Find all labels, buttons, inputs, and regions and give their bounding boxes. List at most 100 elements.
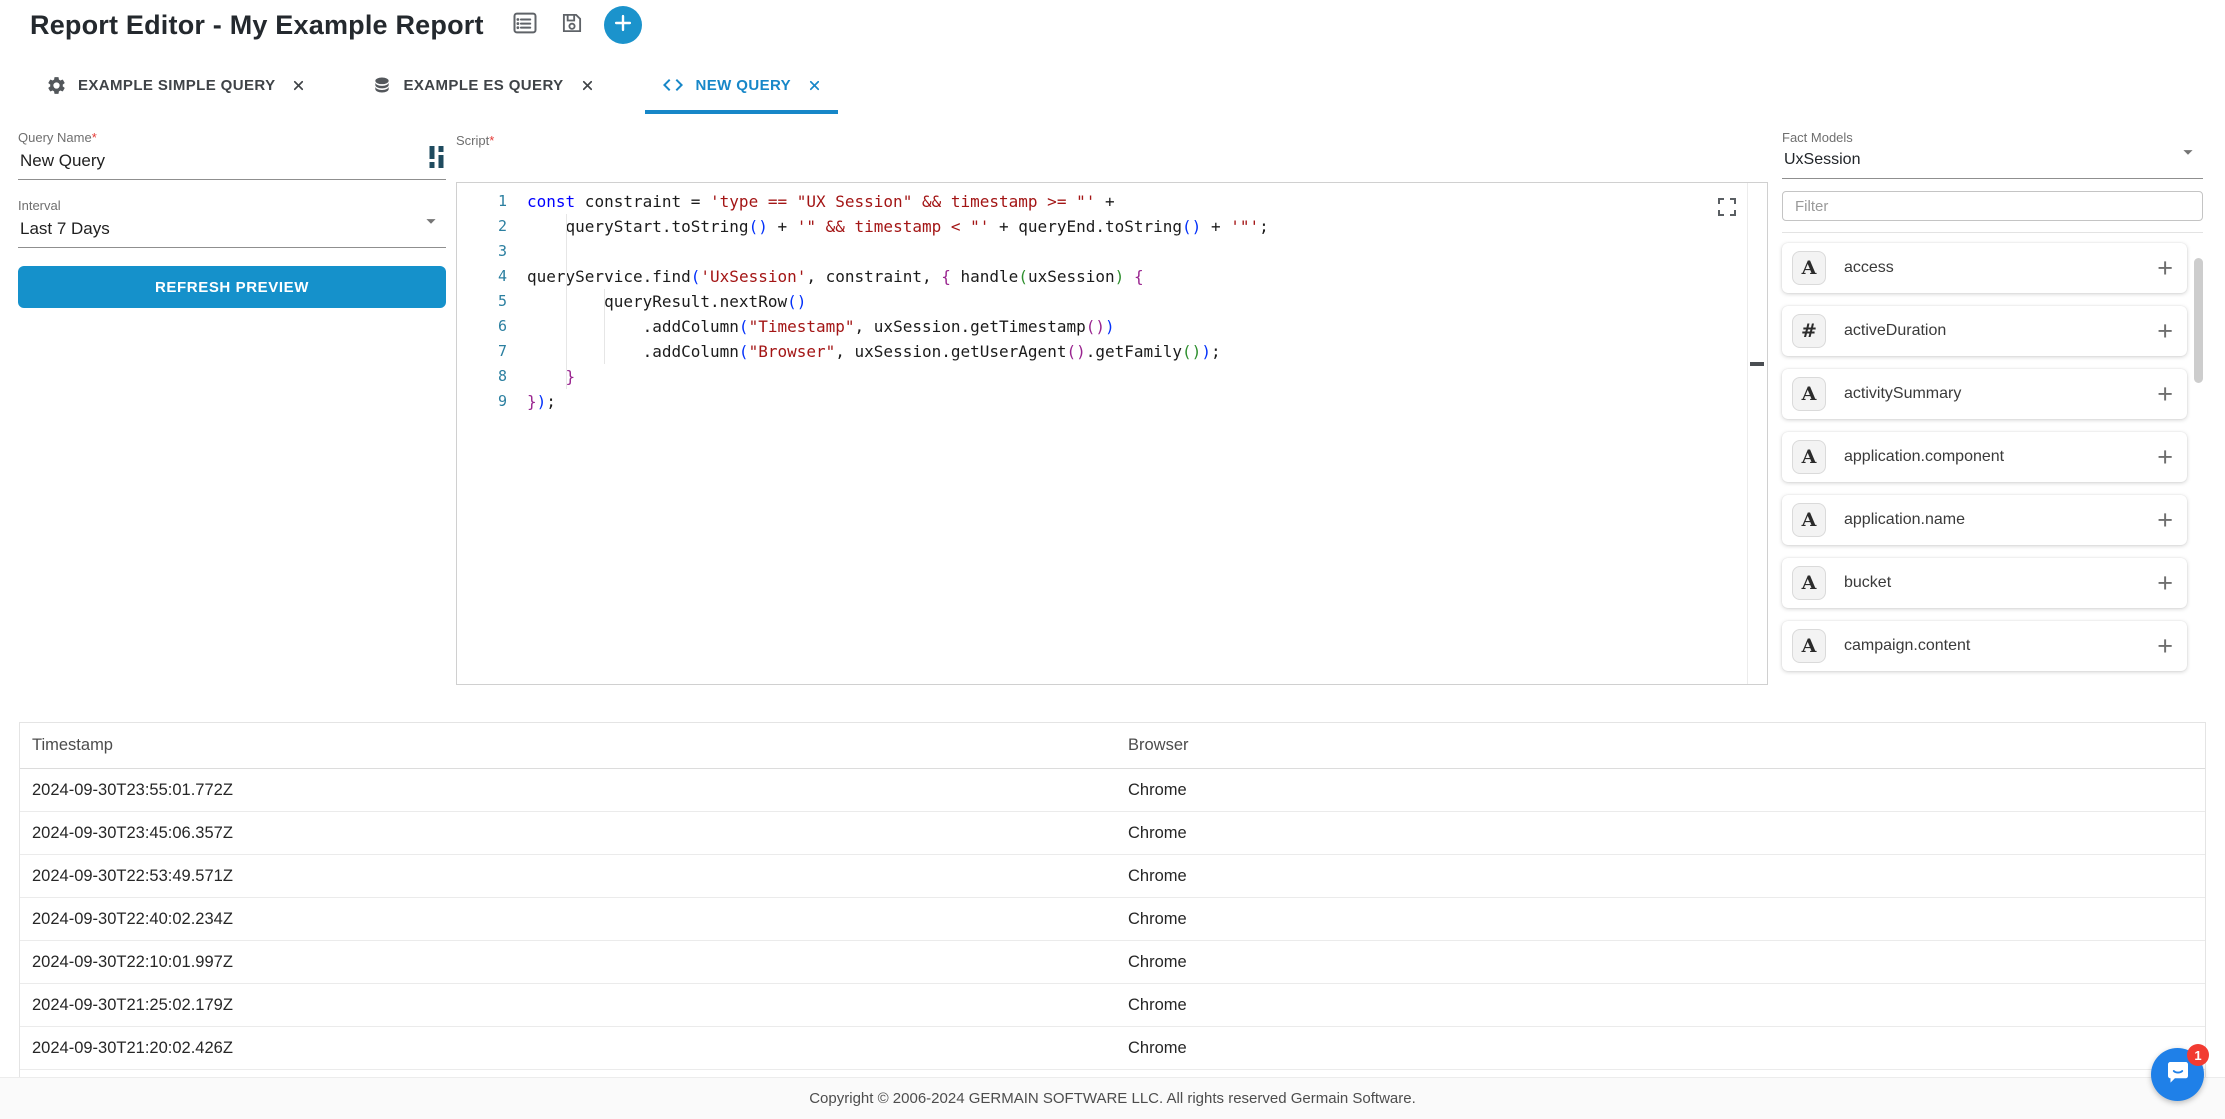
add-field-button[interactable]: + — [2157, 507, 2173, 534]
code-text: queryService.find('UxSession', constrain… — [527, 264, 1745, 289]
interval-select[interactable]: Last 7 Days — [18, 213, 446, 248]
chat-launcher-button[interactable]: 1 — [2151, 1048, 2204, 1101]
database-icon — [372, 75, 392, 95]
table-row: 2024-09-30T22:10:01.997ZChrome — [20, 941, 2205, 984]
timestamp-cell: 2024-09-30T23:45:06.357Z — [20, 824, 1116, 843]
code-line[interactable]: 5 queryResult.nextRow() — [457, 289, 1745, 314]
fullscreen-icon[interactable] — [1715, 195, 1739, 219]
code-text: }); — [527, 389, 1745, 414]
fact-field-application-component[interactable]: Aapplication.component+ — [1782, 432, 2187, 482]
code-line[interactable]: 3 — [457, 239, 1745, 264]
close-icon[interactable] — [807, 78, 822, 93]
tab-new-query[interactable]: NEW QUERY — [645, 60, 839, 114]
fact-models-panel: Fact Models UxSession Aaccess+#activeDur… — [1782, 130, 2203, 671]
code-line[interactable]: 7 .addColumn("Browser", uxSession.getUse… — [457, 339, 1745, 364]
timestamp-cell: 2024-09-30T22:53:49.571Z — [20, 867, 1116, 886]
code-line[interactable]: 6 .addColumn("Timestamp", uxSession.getT… — [457, 314, 1745, 339]
fact-list-scrollbar[interactable] — [2194, 258, 2203, 383]
fact-field-label: application.component — [1844, 448, 2157, 466]
line-number: 8 — [457, 364, 527, 389]
save-icon — [559, 10, 585, 41]
notification-badge: 1 — [2187, 1044, 2209, 1066]
code-line[interactable]: 1const constraint = 'type == "UX Session… — [457, 189, 1745, 214]
timestamp-cell: 2024-09-30T21:25:02.179Z — [20, 996, 1116, 1015]
save-button[interactable] — [557, 10, 587, 40]
add-field-button[interactable]: + — [2157, 318, 2173, 345]
script-code-editor[interactable]: 1const constraint = 'type == "UX Session… — [456, 182, 1768, 685]
line-number: 6 — [457, 314, 527, 339]
code-text — [527, 239, 1745, 264]
code-line[interactable]: 4queryService.find('UxSession', constrai… — [457, 264, 1745, 289]
fact-field-application-name[interactable]: Aapplication.name+ — [1782, 495, 2187, 545]
overview-ruler-cursor-mark — [1750, 362, 1764, 366]
browser-cell: Chrome — [1116, 1039, 2205, 1058]
fact-model-value: UxSession — [1784, 151, 1860, 168]
fact-filter-input[interactable] — [1782, 191, 2203, 221]
line-number: 7 — [457, 339, 527, 364]
insert-variable-icon[interactable] — [429, 146, 444, 173]
table-header-row: TimestampBrowser — [20, 723, 2205, 769]
refresh-preview-button[interactable]: REFRESH PREVIEW — [18, 266, 446, 308]
query-name-input[interactable] — [20, 151, 380, 171]
fact-field-label: bucket — [1844, 574, 2157, 592]
text-type-icon: A — [1792, 440, 1826, 474]
close-icon[interactable] — [291, 78, 306, 93]
close-icon[interactable] — [580, 78, 595, 93]
line-number: 3 — [457, 239, 527, 264]
tab-example-simple-query[interactable]: EXAMPLE SIMPLE QUERY — [30, 60, 322, 114]
preview-table: TimestampBrowser 2024-09-30T23:55:01.772… — [19, 722, 2206, 1078]
code-text: .addColumn("Browser", uxSession.getUserA… — [527, 339, 1745, 364]
fact-field-activitySummary[interactable]: AactivitySummary+ — [1782, 369, 2187, 419]
code-text: queryStart.toString() + '" && timestamp … — [527, 214, 1745, 239]
timestamp-cell: 2024-09-30T21:20:02.426Z — [20, 1039, 1116, 1058]
add-field-button[interactable]: + — [2157, 255, 2173, 282]
chevron-down-icon — [2177, 141, 2199, 168]
fact-field-list: Aaccess+ #activeDuration+ AactivitySummary… — [1782, 243, 2187, 671]
add-field-button[interactable]: + — [2157, 570, 2173, 597]
code-pane[interactable]: 1const constraint = 'type == "UX Session… — [457, 189, 1745, 414]
browser-cell: Chrome — [1116, 996, 2205, 1015]
line-number: 2 — [457, 214, 527, 239]
tab-example-es-query[interactable]: EXAMPLE ES QUERY — [356, 60, 610, 114]
line-number: 5 — [457, 289, 527, 314]
copyright-text: Copyright © 2006-2024 GERMAIN SOFTWARE L… — [809, 1090, 1416, 1107]
table-body: 2024-09-30T23:55:01.772ZChrome 2024-09-30… — [20, 769, 2205, 1078]
line-number: 9 — [457, 389, 527, 414]
fact-field-label: application.name — [1844, 511, 2157, 529]
number-type-icon: # — [1792, 314, 1826, 348]
add-query-button[interactable] — [604, 6, 642, 44]
fact-model-select[interactable]: UxSession — [1782, 145, 2203, 179]
line-number: 1 — [457, 189, 527, 214]
app-header: Report Editor - My Example Report — [30, 6, 642, 44]
browser-cell: Chrome — [1116, 824, 2205, 843]
script-label: Script* — [456, 133, 494, 148]
fact-field-bucket[interactable]: Abucket+ — [1782, 558, 2187, 608]
table-row: 2024-09-30T23:55:01.772ZChrome — [20, 769, 2205, 812]
report-list-button[interactable] — [510, 10, 540, 40]
fact-field-access[interactable]: Aaccess+ — [1782, 243, 2187, 293]
divider — [1782, 232, 2203, 233]
browser-cell: Chrome — [1116, 781, 2205, 800]
column-header-timestamp: Timestamp — [20, 736, 1116, 755]
add-field-button[interactable]: + — [2157, 633, 2173, 660]
column-header-browser: Browser — [1116, 736, 2205, 755]
text-type-icon: A — [1792, 566, 1826, 600]
fact-field-activeDuration[interactable]: #activeDuration+ — [1782, 306, 2187, 356]
footer: Copyright © 2006-2024 GERMAIN SOFTWARE L… — [0, 1077, 2225, 1119]
required-marker: * — [92, 130, 97, 145]
tab-label: EXAMPLE SIMPLE QUERY — [78, 77, 275, 94]
code-line[interactable]: 2 queryStart.toString() + '" && timestam… — [457, 214, 1745, 239]
add-field-button[interactable]: + — [2157, 444, 2173, 471]
line-number: 4 — [457, 264, 527, 289]
code-line[interactable]: 9}); — [457, 389, 1745, 414]
add-field-button[interactable]: + — [2157, 381, 2173, 408]
browser-cell: Chrome — [1116, 867, 2205, 886]
fact-field-label: activitySummary — [1844, 385, 2157, 403]
fact-field-campaign-content[interactable]: Acampaign.content+ — [1782, 621, 2187, 671]
indent-guide — [566, 214, 567, 389]
plus-icon — [612, 12, 634, 39]
table-row: 2024-09-30T22:40:02.234ZChrome — [20, 898, 2205, 941]
fact-field-label: campaign.content — [1844, 637, 2157, 655]
code-text: .addColumn("Timestamp", uxSession.getTim… — [527, 314, 1745, 339]
code-line[interactable]: 8 } — [457, 364, 1745, 389]
